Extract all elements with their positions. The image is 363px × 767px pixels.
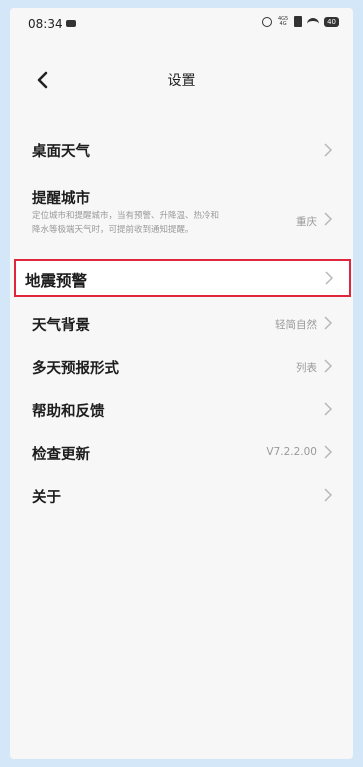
- subtitle-line-1: 定位城市和提醒城市，当有预警、升降温、热冷和: [32, 211, 220, 221]
- battery-icon: 40: [324, 16, 339, 27]
- row-value: V7.2.2.00: [266, 446, 317, 458]
- row-label: 地震预警: [25, 272, 88, 290]
- row-label: 帮助和反馈: [32, 404, 105, 420]
- network-bottom-text: 4G: [279, 20, 287, 27]
- row-label: 关于: [32, 490, 61, 506]
- chevron-right-icon: [324, 143, 333, 157]
- network-indicator: 4G5 4G: [277, 16, 289, 27]
- settings-row-about[interactable]: 关于: [10, 481, 353, 513]
- alarm-icon: [262, 16, 273, 27]
- settings-row-alert-city[interactable]: 提醒城市 定位城市和提醒城市，当有预警、升降温、热冷和 降水等极端天气时，可提前…: [10, 182, 353, 244]
- row-value: 重庆: [296, 216, 317, 228]
- row-label: 多天预报形式: [32, 361, 119, 377]
- phone-screen: 08:34 4G5 4G 40 设置 桌面天气 提醒城市 定位城市和提醒城市，当…: [10, 8, 353, 759]
- row-label: 检查更新: [32, 447, 90, 463]
- settings-row-desktop-weather[interactable]: 桌面天气: [10, 130, 353, 170]
- settings-row-weather-background[interactable]: 天气背景 轻简自然: [10, 309, 353, 341]
- settings-row-help-feedback[interactable]: 帮助和反馈: [10, 395, 353, 427]
- row-label: 桌面天气: [32, 144, 90, 160]
- row-label: 天气背景: [32, 318, 90, 334]
- settings-row-earthquake-warning[interactable]: 地震预警: [14, 259, 351, 297]
- chevron-right-icon: [324, 212, 333, 226]
- settings-row-check-update[interactable]: 检查更新 V7.2.2.00: [10, 438, 353, 470]
- status-icons: 4G5 4G 40: [262, 16, 339, 27]
- sim-icon: [294, 16, 303, 27]
- wifi-icon: [307, 17, 320, 26]
- status-time: 08:34: [28, 17, 63, 31]
- row-value: 列表: [296, 362, 317, 374]
- chevron-right-icon: [324, 316, 333, 330]
- row-subtitle: 定位城市和提醒城市，当有预警、升降温、热冷和 降水等极端天气时，可提前收到通知提…: [32, 209, 272, 237]
- status-bar: 08:34 4G5 4G 40: [10, 8, 353, 44]
- chevron-right-icon: [324, 488, 333, 502]
- message-icon: [66, 20, 76, 27]
- row-label: 提醒城市: [32, 191, 90, 207]
- row-value: 轻简自然: [275, 319, 317, 331]
- chevron-right-icon: [325, 271, 334, 285]
- chevron-right-icon: [324, 402, 333, 416]
- chevron-right-icon: [324, 445, 333, 459]
- settings-row-forecast-format[interactable]: 多天预报形式 列表: [10, 352, 353, 384]
- chevron-right-icon: [324, 359, 333, 373]
- page-title: 设置: [167, 73, 196, 89]
- subtitle-line-2: 降水等极端天气时，可提前收到通知提醒。: [32, 225, 194, 235]
